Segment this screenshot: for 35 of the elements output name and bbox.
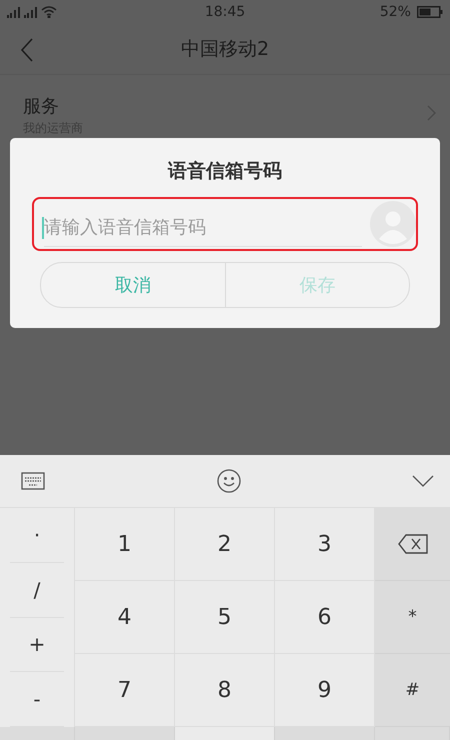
keyboard-key[interactable] [375, 727, 450, 740]
page-title: 中国移动2 [180, 37, 270, 62]
avatar-icon[interactable] [370, 201, 416, 247]
symbol-key[interactable]: · [10, 508, 64, 563]
symbol-key[interactable]: + [10, 618, 64, 672]
digit-key[interactable]: 1 [75, 508, 175, 581]
symbol-key[interactable]: / [10, 562, 64, 618]
back-icon[interactable] [20, 38, 34, 62]
status-time: 18:45 [204, 4, 246, 20]
dialog-title: 语音信箱号码 [168, 159, 282, 184]
backspace-icon[interactable] [398, 534, 428, 554]
input-field[interactable]: 请输入语音信箱号码 [44, 209, 362, 247]
digit-key[interactable]: 9 [275, 654, 375, 727]
digit-key[interactable]: 3 [275, 508, 375, 581]
signal-icon [7, 6, 21, 18]
battery-icon [416, 6, 443, 18]
keyboard-key[interactable] [75, 727, 175, 740]
digit-key[interactable]: 7 [75, 654, 175, 727]
digit-key[interactable]: 4 [75, 581, 175, 654]
keyboard-icon[interactable] [21, 472, 45, 490]
emoji-icon[interactable] [216, 469, 240, 493]
keyboard-key[interactable] [275, 727, 375, 740]
digit-key[interactable]: 8 [175, 654, 275, 727]
symbol-key[interactable]: * [375, 581, 450, 654]
symbol-key[interactable]: # [375, 654, 450, 727]
signal-icon [24, 6, 38, 18]
text-cursor [42, 217, 44, 239]
collapse-keyboard-icon[interactable] [412, 475, 434, 487]
digit-key[interactable]: 6 [275, 581, 375, 654]
digit-key[interactable]: 2 [175, 508, 275, 581]
keyboard-key[interactable] [0, 727, 75, 740]
battery-percent: 52% [380, 4, 411, 20]
wifi-icon [41, 6, 57, 18]
row-title: 服务 [23, 94, 60, 118]
digit-key[interactable]: 5 [175, 581, 275, 654]
